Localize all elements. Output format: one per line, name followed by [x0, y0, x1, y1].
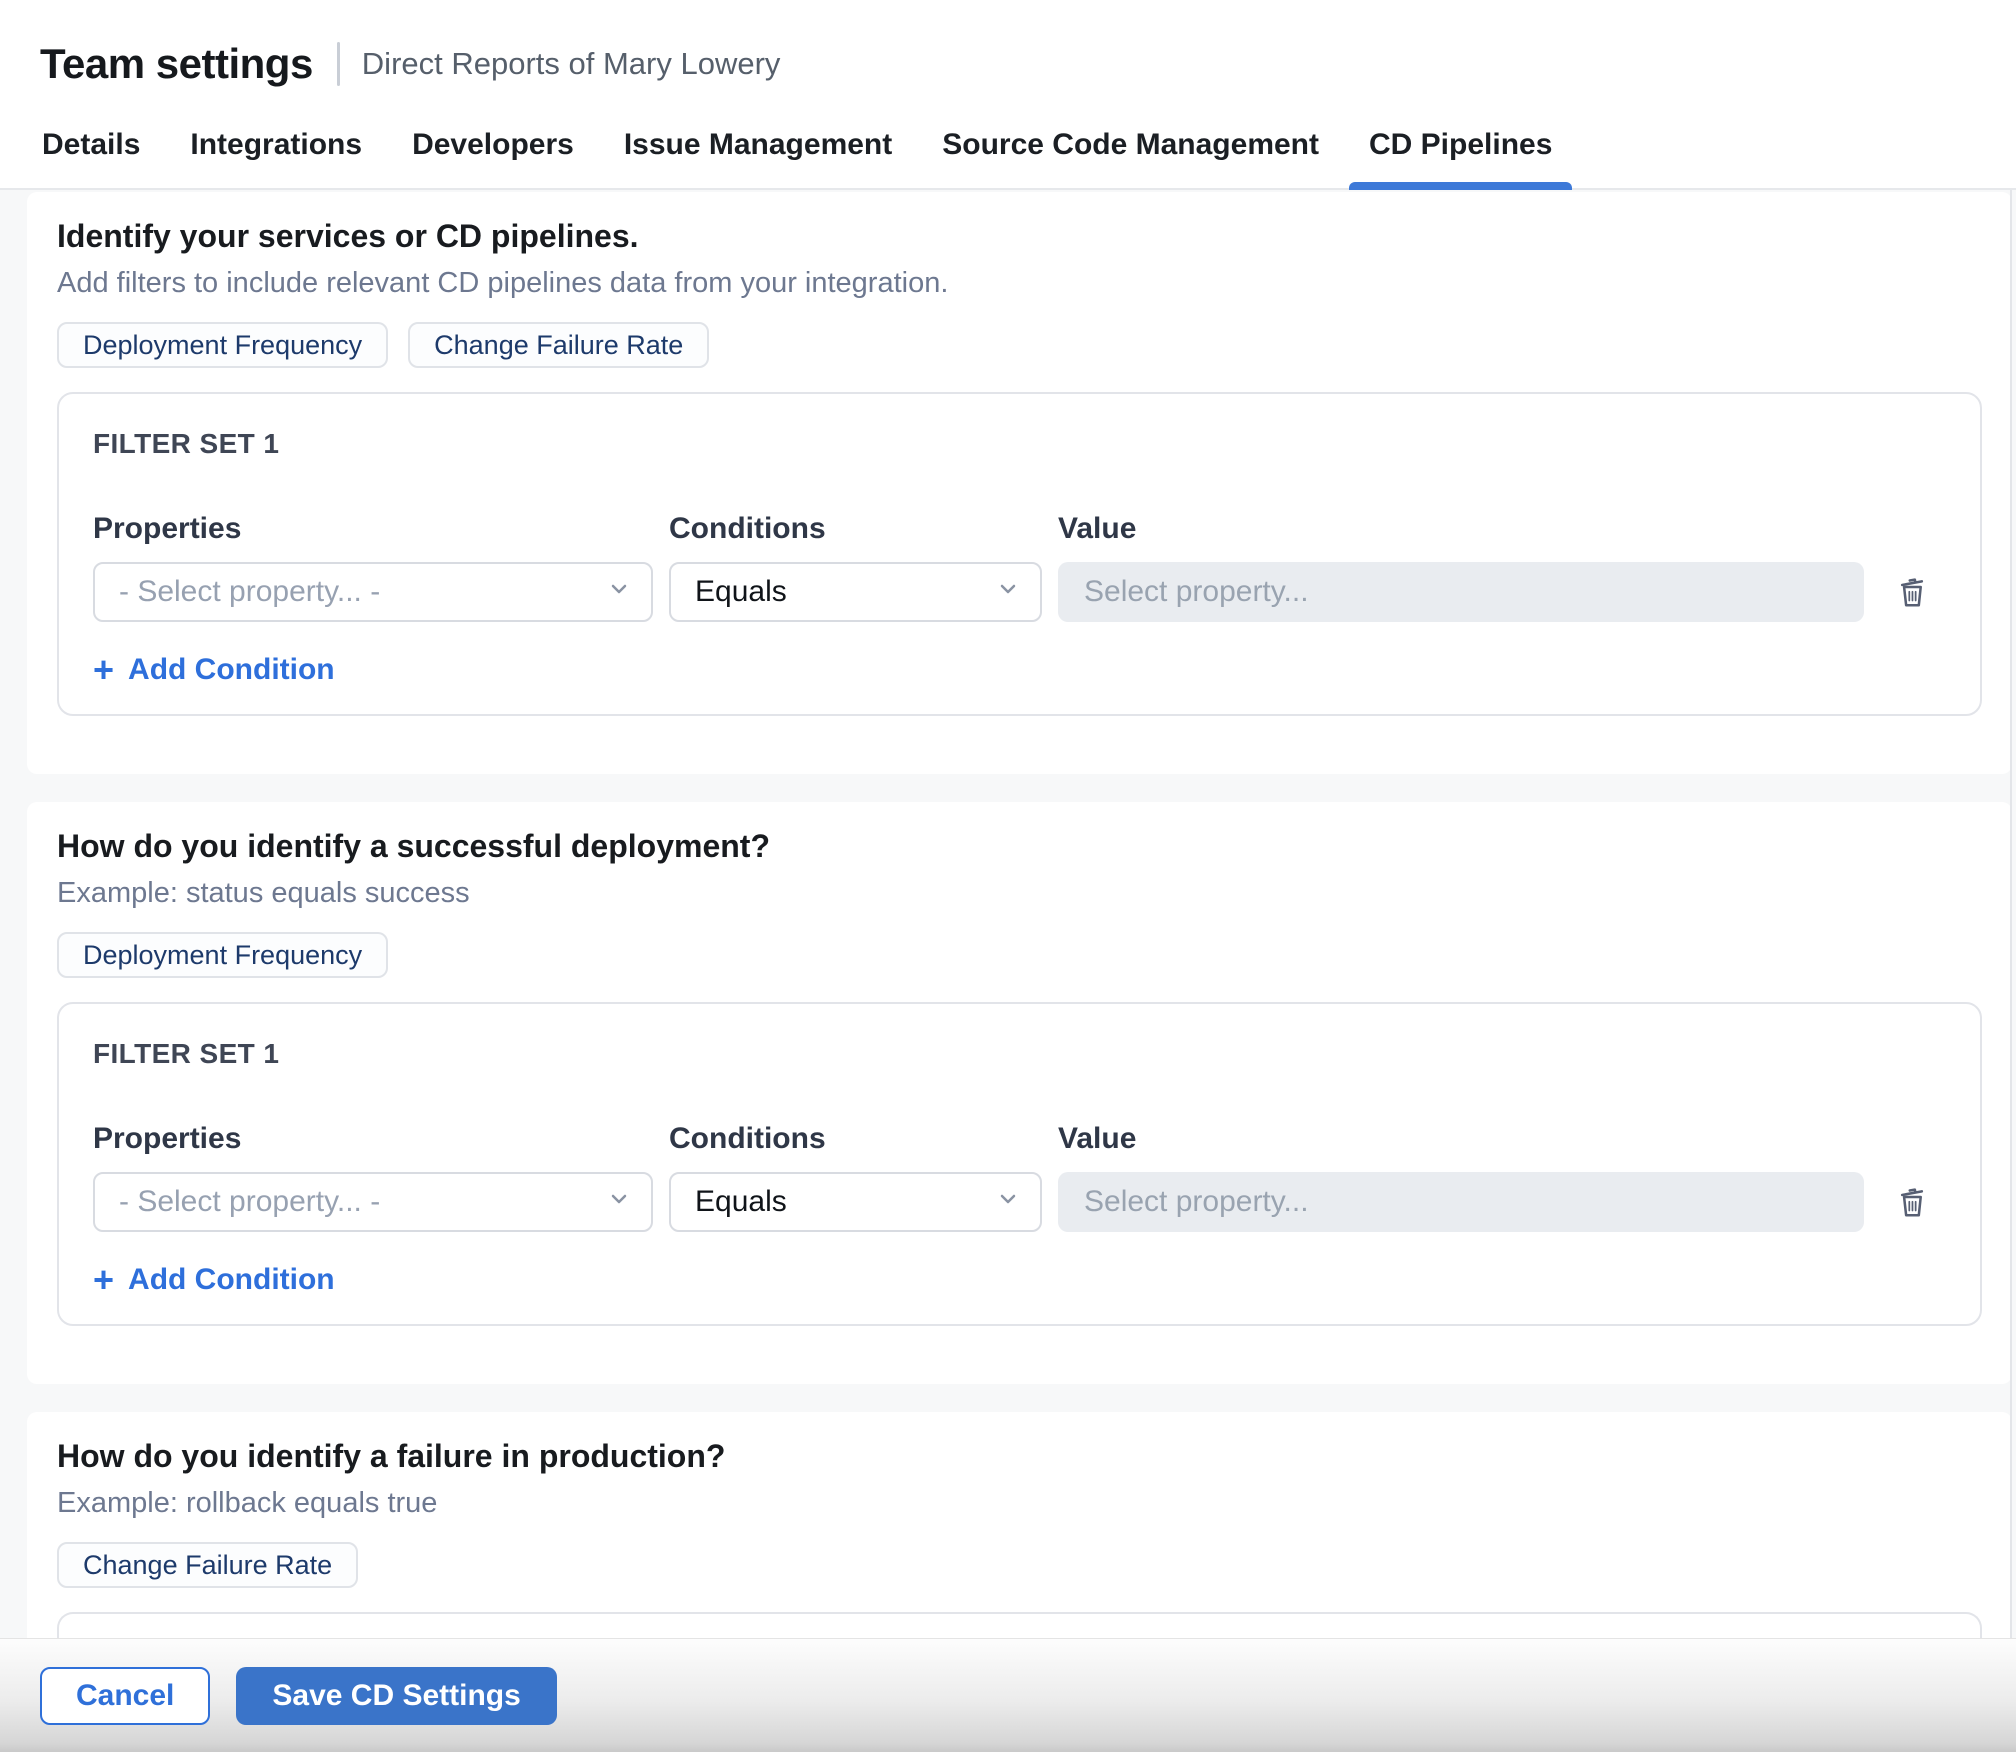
- condition-select-value: Equals: [695, 1185, 787, 1219]
- value-input[interactable]: [1058, 562, 1864, 622]
- metric-pill-row: Deployment Frequency: [57, 932, 1982, 978]
- cancel-button[interactable]: Cancel: [40, 1667, 210, 1725]
- trash-icon: [1893, 572, 1931, 613]
- filter-set-card: FILTER SET 1 Properties Conditions Value…: [57, 392, 1982, 716]
- tab-developers[interactable]: Developers: [410, 128, 576, 188]
- property-select[interactable]: - Select property... -: [93, 1172, 653, 1232]
- filter-grid: Properties Conditions Value - Select pro…: [93, 1122, 1944, 1232]
- plus-icon: +: [93, 652, 114, 688]
- settings-tabbar: Details Integrations Developers Issue Ma…: [0, 100, 2016, 190]
- tab-details[interactable]: Details: [40, 128, 142, 188]
- section-subheading: Example: rollback equals true: [57, 1487, 1982, 1520]
- page-title: Team settings: [40, 40, 313, 88]
- chevron-down-icon: [607, 575, 631, 609]
- section-identify-pipelines: Identify your services or CD pipelines. …: [27, 192, 2012, 774]
- properties-label: Properties: [93, 1122, 653, 1156]
- tab-cd-pipelines[interactable]: CD Pipelines: [1367, 128, 1554, 188]
- chevron-down-icon: [996, 575, 1020, 609]
- condition-select[interactable]: Equals: [669, 562, 1042, 622]
- delete-condition-button[interactable]: [1886, 566, 1938, 618]
- tab-integrations[interactable]: Integrations: [188, 128, 364, 188]
- section-successful-deployment: How do you identify a successful deploym…: [27, 802, 2012, 1384]
- conditions-label: Conditions: [669, 1122, 1042, 1156]
- add-condition-button[interactable]: + Add Condition: [93, 1262, 335, 1298]
- pill-deployment-frequency[interactable]: Deployment Frequency: [57, 932, 388, 978]
- pill-change-failure-rate[interactable]: Change Failure Rate: [408, 322, 709, 368]
- add-condition-button[interactable]: + Add Condition: [93, 652, 335, 688]
- delete-condition-button[interactable]: [1886, 1176, 1938, 1228]
- plus-icon: +: [93, 1262, 114, 1298]
- property-select[interactable]: - Select property... -: [93, 562, 653, 622]
- chevron-down-icon: [996, 1185, 1020, 1219]
- add-condition-label: Add Condition: [128, 1263, 335, 1297]
- value-label: Value: [1058, 1122, 1864, 1156]
- tab-source-code-management[interactable]: Source Code Management: [940, 128, 1321, 188]
- filter-set-title: FILTER SET 1: [93, 1038, 1944, 1070]
- properties-label: Properties: [93, 512, 653, 546]
- page-header: Team settings Direct Reports of Mary Low…: [0, 0, 2016, 100]
- section-heading: Identify your services or CD pipelines.: [57, 218, 1982, 255]
- title-divider: [337, 42, 340, 86]
- save-cd-settings-button[interactable]: Save CD Settings: [236, 1667, 556, 1725]
- section-subheading: Example: status equals success: [57, 877, 1982, 910]
- section-subheading: Add filters to include relevant CD pipel…: [57, 267, 1982, 300]
- chevron-down-icon: [607, 1185, 631, 1219]
- scrollbar-track[interactable]: [2010, 190, 2012, 1752]
- condition-select-value: Equals: [695, 575, 787, 609]
- filter-set-card: FILTER SET 1 Properties Conditions Value…: [57, 1002, 1982, 1326]
- property-select-placeholder: - Select property... -: [119, 575, 380, 609]
- filter-set-title: FILTER SET 1: [93, 428, 1944, 460]
- metric-pill-row: Change Failure Rate: [57, 1542, 1982, 1588]
- section-heading: How do you identify a failure in product…: [57, 1438, 1982, 1475]
- section-heading: How do you identify a successful deploym…: [57, 828, 1982, 865]
- pill-deployment-frequency[interactable]: Deployment Frequency: [57, 322, 388, 368]
- pill-change-failure-rate[interactable]: Change Failure Rate: [57, 1542, 358, 1588]
- add-condition-label: Add Condition: [128, 653, 335, 687]
- filter-grid: Properties Conditions Value - Select pro…: [93, 512, 1944, 622]
- page-subtitle: Direct Reports of Mary Lowery: [362, 46, 781, 82]
- value-input[interactable]: [1058, 1172, 1864, 1232]
- trash-icon: [1893, 1182, 1931, 1223]
- condition-select[interactable]: Equals: [669, 1172, 1042, 1232]
- main-content: Identify your services or CD pipelines. …: [0, 190, 2016, 1752]
- footer-action-bar: Cancel Save CD Settings: [0, 1638, 2016, 1752]
- metric-pill-row: Deployment Frequency Change Failure Rate: [57, 322, 1982, 368]
- conditions-label: Conditions: [669, 512, 1042, 546]
- value-label: Value: [1058, 512, 1864, 546]
- tab-issue-management[interactable]: Issue Management: [622, 128, 894, 188]
- property-select-placeholder: - Select property... -: [119, 1185, 380, 1219]
